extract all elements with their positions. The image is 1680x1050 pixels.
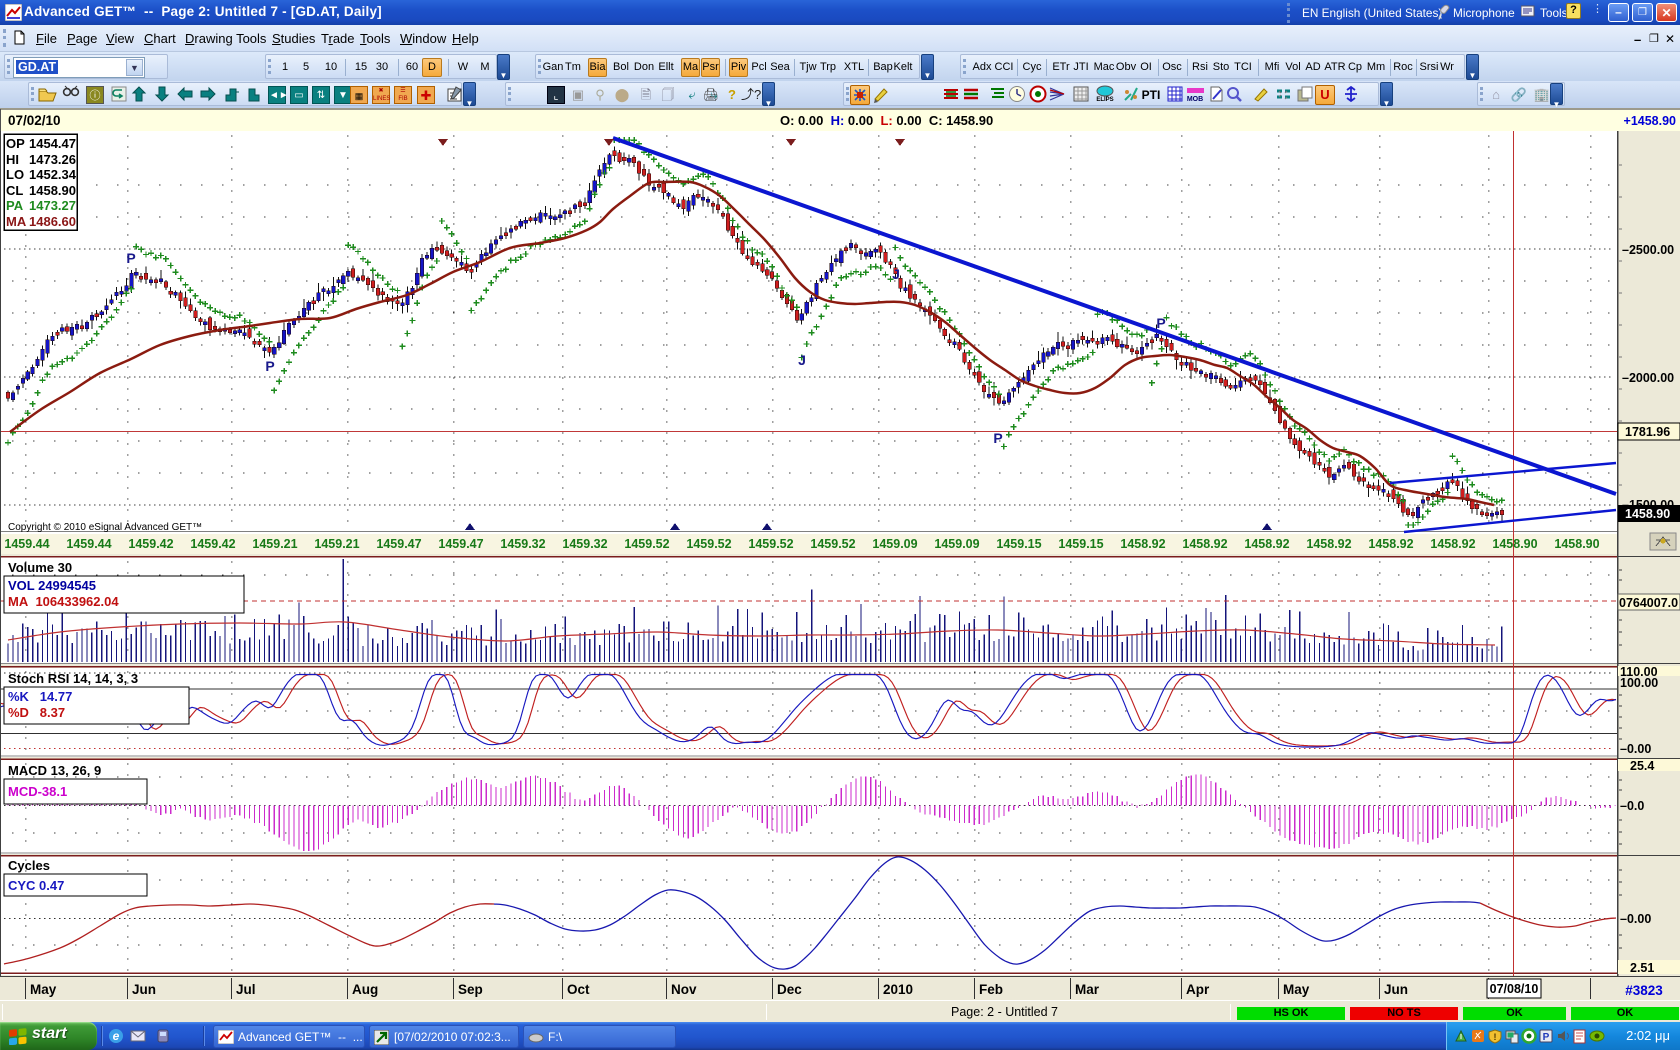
svg-text:Jul: Jul xyxy=(236,982,256,997)
svg-text:%K 14.77: %K 14.77 xyxy=(8,689,72,704)
svg-text:–2000.00: –2000.00 xyxy=(1622,371,1674,385)
svg-text:1459.32: 1459.32 xyxy=(500,537,545,551)
svg-text:1486.60: 1486.60 xyxy=(29,214,76,229)
svg-text:1459.47: 1459.47 xyxy=(438,537,483,551)
svg-text:MA: MA xyxy=(6,214,27,229)
svg-text:1459.42: 1459.42 xyxy=(128,537,173,551)
svg-text:1459.42: 1459.42 xyxy=(190,537,235,551)
svg-text:1459.52: 1459.52 xyxy=(624,537,669,551)
svg-text:!: ! xyxy=(1494,1032,1497,1042)
svg-text:Apr: Apr xyxy=(1186,982,1210,997)
svg-text:1459.09: 1459.09 xyxy=(934,537,979,551)
svg-text:1458.92: 1458.92 xyxy=(1244,537,1289,551)
svg-text:1458.92: 1458.92 xyxy=(1306,537,1351,551)
svg-text:MA 106433962.04: MA 106433962.04 xyxy=(8,594,119,609)
svg-text:1458.92: 1458.92 xyxy=(1368,537,1413,551)
svg-text:–0.0: –0.0 xyxy=(1620,799,1644,813)
svg-text:J: J xyxy=(892,266,900,282)
svg-text:1459.15: 1459.15 xyxy=(1058,537,1103,551)
svg-text:–0.00: –0.00 xyxy=(1620,912,1651,926)
svg-text:1459.52: 1459.52 xyxy=(810,537,855,551)
svg-text:Oct: Oct xyxy=(567,982,590,997)
svg-text:1473.27: 1473.27 xyxy=(29,198,76,213)
svg-text:MOB: MOB xyxy=(1187,96,1203,103)
svg-text:1458.90: 1458.90 xyxy=(1625,507,1670,521)
svg-text:Nov: Nov xyxy=(671,982,697,997)
svg-text:07/02/10: 07/02/10 xyxy=(8,113,61,128)
svg-text:MCD-38.1: MCD-38.1 xyxy=(8,784,67,799)
svg-text:Cycles: Cycles xyxy=(8,858,50,873)
svg-text:J: J xyxy=(798,352,806,368)
svg-text:–0.00: –0.00 xyxy=(1620,742,1651,756)
svg-text:Aug: Aug xyxy=(352,982,378,997)
svg-text:100.00: 100.00 xyxy=(1620,676,1658,690)
svg-text:May: May xyxy=(1283,982,1310,997)
svg-text:P: P xyxy=(126,250,135,266)
svg-text:2010: 2010 xyxy=(883,982,913,997)
svg-text:VOL 24994545: VOL 24994545 xyxy=(8,578,96,593)
svg-text:CL: CL xyxy=(6,183,23,198)
svg-text:1452.34: 1452.34 xyxy=(29,167,77,182)
svg-text:1459.21: 1459.21 xyxy=(314,537,359,551)
svg-text:Dec: Dec xyxy=(777,982,802,997)
svg-text:Mar: Mar xyxy=(1075,982,1100,997)
svg-text:1459.44: 1459.44 xyxy=(4,537,49,551)
svg-text:P: P xyxy=(1156,315,1165,331)
svg-text:1459.32: 1459.32 xyxy=(562,537,607,551)
svg-text:1459.52: 1459.52 xyxy=(686,537,731,551)
svg-text:25.4: 25.4 xyxy=(1630,759,1654,773)
svg-text:1458.92: 1458.92 xyxy=(1430,537,1475,551)
svg-text:1473.26: 1473.26 xyxy=(29,152,76,167)
svg-text:1459.52: 1459.52 xyxy=(748,537,793,551)
svg-text:0764007.0: 0764007.0 xyxy=(1619,596,1678,610)
svg-text:1458.90: 1458.90 xyxy=(29,183,76,198)
svg-text:Jun: Jun xyxy=(1384,982,1408,997)
svg-text:1458.92: 1458.92 xyxy=(1182,537,1227,551)
svg-text:1459.44: 1459.44 xyxy=(66,537,111,551)
svg-text:P: P xyxy=(993,430,1002,446)
svg-text:OP: OP xyxy=(6,136,25,151)
svg-text:e: e xyxy=(113,1029,120,1043)
svg-text:P: P xyxy=(1543,1032,1550,1043)
svg-text:1458.90: 1458.90 xyxy=(1492,537,1537,551)
svg-text:2.51: 2.51 xyxy=(1630,961,1654,975)
svg-text:O: 0.00 H: 0.00 L: 0.00 C:: O: 0.00 H: 0.00 L: 0.00 C: 1458.90 xyxy=(780,113,993,128)
svg-text:Stoch RSI 14, 14, 3, 3: Stoch RSI 14, 14, 3, 3 xyxy=(8,671,138,686)
svg-text:1459.21: 1459.21 xyxy=(252,537,297,551)
svg-text:%D 8.37: %D 8.37 xyxy=(8,705,65,720)
svg-text:MACD 13, 26, 9: MACD 13, 26, 9 xyxy=(8,763,101,778)
svg-text:ELIPS: ELIPS xyxy=(1096,97,1113,103)
svg-text:May: May xyxy=(30,982,57,997)
svg-text:HI: HI xyxy=(6,152,19,167)
svg-text:Volume 30: Volume 30 xyxy=(8,560,72,575)
svg-text:Copyright © 2010 eSignal Advan: Copyright © 2010 eSignal Advanced GET™ xyxy=(8,522,202,533)
svg-text:1781.96: 1781.96 xyxy=(1625,425,1670,439)
svg-text:+1458.90: +1458.90 xyxy=(1624,114,1677,128)
svg-text:CYC 0.47: CYC 0.47 xyxy=(8,878,64,893)
svg-text:07/08/10: 07/08/10 xyxy=(1490,982,1539,996)
svg-text:Sep: Sep xyxy=(458,982,483,997)
svg-text:P: P xyxy=(265,358,274,374)
svg-text:Jun: Jun xyxy=(132,982,156,997)
svg-text:#3823: #3823 xyxy=(1625,983,1663,998)
svg-text:LO: LO xyxy=(6,167,24,182)
svg-text:1458.92: 1458.92 xyxy=(1120,537,1165,551)
svg-text:1459.15: 1459.15 xyxy=(996,537,1041,551)
svg-text:1458.90: 1458.90 xyxy=(1554,537,1599,551)
svg-text:1454.47: 1454.47 xyxy=(29,136,76,151)
svg-text:Feb: Feb xyxy=(979,982,1003,997)
svg-text:1459.47: 1459.47 xyxy=(376,537,421,551)
svg-text:1459.09: 1459.09 xyxy=(872,537,917,551)
svg-text:–2500.00: –2500.00 xyxy=(1622,243,1674,257)
svg-text:PA: PA xyxy=(6,198,24,213)
